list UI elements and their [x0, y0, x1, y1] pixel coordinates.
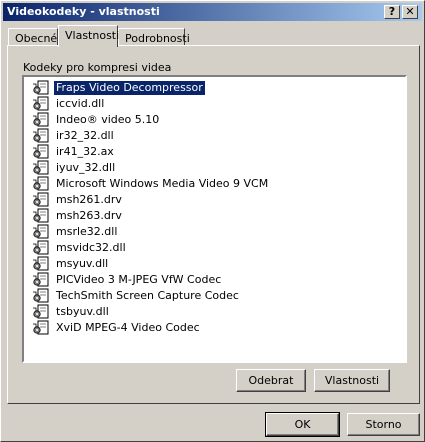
codec-label: PICVideo 3 M-JPEG VfW Codec: [56, 273, 222, 286]
codec-file-icon: [32, 272, 50, 288]
ok-button[interactable]: OK: [265, 412, 340, 437]
codec-label: Microsoft Windows Media Video 9 VCM: [56, 177, 269, 190]
codec-file-icon: [32, 160, 50, 176]
codec-label: TechSmith Screen Capture Codec: [56, 289, 239, 302]
properties-dialog: Videokodeky - vlastnosti ? ✕ Obecné Vlas…: [0, 0, 425, 442]
codec-label: iccvid.dll: [56, 97, 105, 110]
codec-file-icon: [32, 112, 50, 128]
codec-file-icon: [32, 320, 50, 336]
codec-label: ir32_32.dll: [56, 129, 114, 142]
codec-file-icon: [32, 224, 50, 240]
codec-file-icon: [32, 80, 50, 96]
tab-panel: Kodeky pro kompresi videa Fraps Video De…: [7, 45, 420, 404]
codec-file-icon: [32, 256, 50, 272]
cancel-button[interactable]: Storno: [347, 413, 420, 436]
close-button[interactable]: ✕: [402, 5, 418, 19]
codecs-group-label: Kodeky pro kompresi videa: [23, 61, 172, 74]
codec-label: msh263.drv: [56, 209, 122, 222]
codec-label: msrle32.dll: [56, 225, 118, 238]
codec-label: iyuv_32.dll: [56, 161, 116, 174]
codec-label: Fraps Video Decompressor: [53, 80, 206, 96]
codec-label: msh261.drv: [56, 193, 122, 206]
codec-file-icon: [32, 192, 50, 208]
codec-list[interactable]: Fraps Video Decompressor iccvid.dll Indeo®…: [22, 75, 407, 363]
codec-label: XviD MPEG-4 Video Codec: [56, 321, 200, 334]
codec-label: msvidc32.dll: [56, 241, 126, 254]
codec-file-icon: [32, 240, 50, 256]
codec-file-icon: [32, 288, 50, 304]
codec-label: ir41_32.ax: [56, 145, 114, 158]
codec-file-icon: [32, 208, 50, 224]
tab-properties[interactable]: Vlastnosti: [58, 25, 119, 47]
window-title: Videokodeky - vlastnosti: [7, 5, 160, 18]
codec-file-icon: [32, 304, 50, 320]
help-button[interactable]: ?: [384, 5, 400, 19]
codec-file-icon: [32, 144, 50, 160]
codec-label: msyuv.dll: [56, 257, 109, 270]
title-bar[interactable]: Videokodeky - vlastnosti ? ✕: [3, 3, 422, 21]
codec-file-icon: [32, 96, 50, 112]
properties-button[interactable]: Vlastnosti: [314, 369, 390, 392]
codec-file-icon: [32, 128, 50, 144]
codec-label: tsbyuv.dll: [56, 305, 109, 318]
codec-file-icon: [32, 176, 50, 192]
remove-button[interactable]: Odebrat: [236, 369, 306, 392]
codec-label: Indeo® video 5.10: [56, 113, 160, 126]
